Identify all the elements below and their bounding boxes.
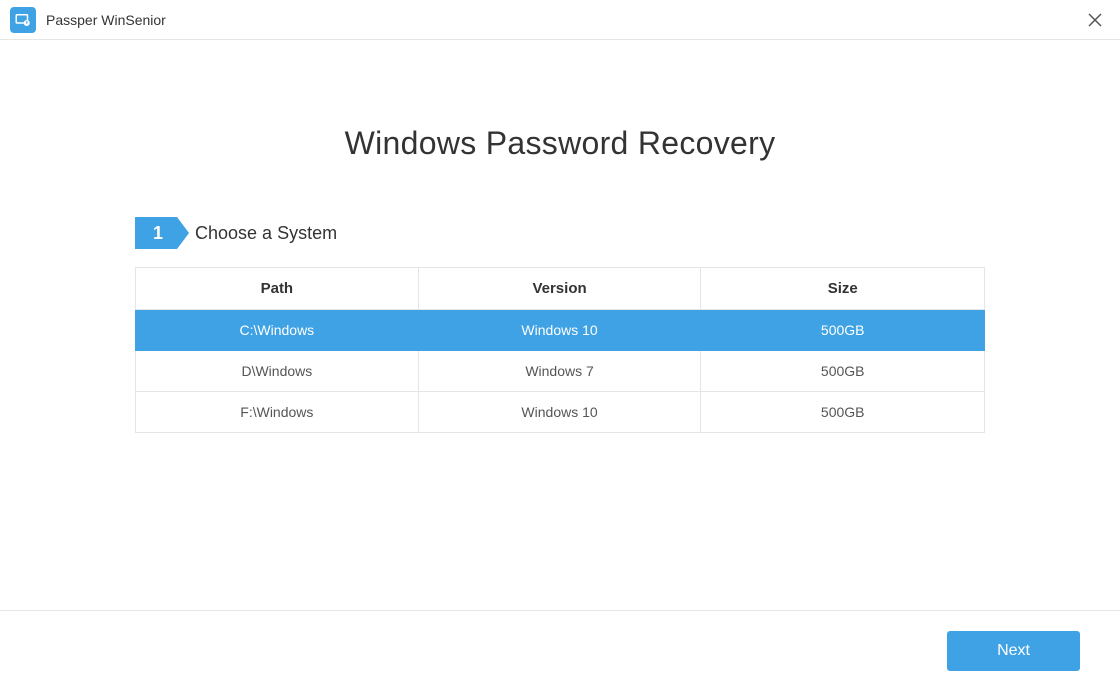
main-content: Windows Password Recovery 1 Choose a Sys… (0, 125, 1120, 433)
table-cell-path: F:\Windows (136, 392, 419, 433)
step-number-badge: 1 (135, 217, 177, 249)
system-table: Path Version Size C:\Windows Windows 10 … (135, 267, 985, 433)
page-title: Windows Password Recovery (0, 125, 1120, 162)
close-button[interactable] (1080, 5, 1110, 35)
table-header-version: Version (418, 268, 701, 310)
step-header: 1 Choose a System (135, 217, 985, 249)
table-cell-path: C:\Windows (136, 310, 419, 351)
table-header-path: Path (136, 268, 419, 310)
table-header-row: Path Version Size (136, 268, 985, 310)
next-button[interactable]: Next (947, 631, 1080, 671)
table-cell-size: 500GB (701, 351, 985, 392)
close-icon (1088, 13, 1102, 27)
table-cell-version: Windows 7 (418, 351, 701, 392)
table-row[interactable]: D\Windows Windows 7 500GB (136, 351, 985, 392)
titlebar-left: Passper WinSenior (10, 7, 166, 33)
table-cell-version: Windows 10 (418, 392, 701, 433)
table-row[interactable]: C:\Windows Windows 10 500GB (136, 310, 985, 351)
step-label: Choose a System (195, 223, 337, 244)
table-header-size: Size (701, 268, 985, 310)
table-row[interactable]: F:\Windows Windows 10 500GB (136, 392, 985, 433)
step-container: 1 Choose a System Path Version Size C:\W… (135, 217, 985, 433)
app-icon (10, 7, 36, 33)
titlebar: Passper WinSenior (0, 0, 1120, 40)
table-cell-version: Windows 10 (418, 310, 701, 351)
app-title: Passper WinSenior (46, 12, 166, 28)
table-cell-size: 500GB (701, 392, 985, 433)
footer: Next (0, 610, 1120, 690)
table-cell-path: D\Windows (136, 351, 419, 392)
table-cell-size: 500GB (701, 310, 985, 351)
